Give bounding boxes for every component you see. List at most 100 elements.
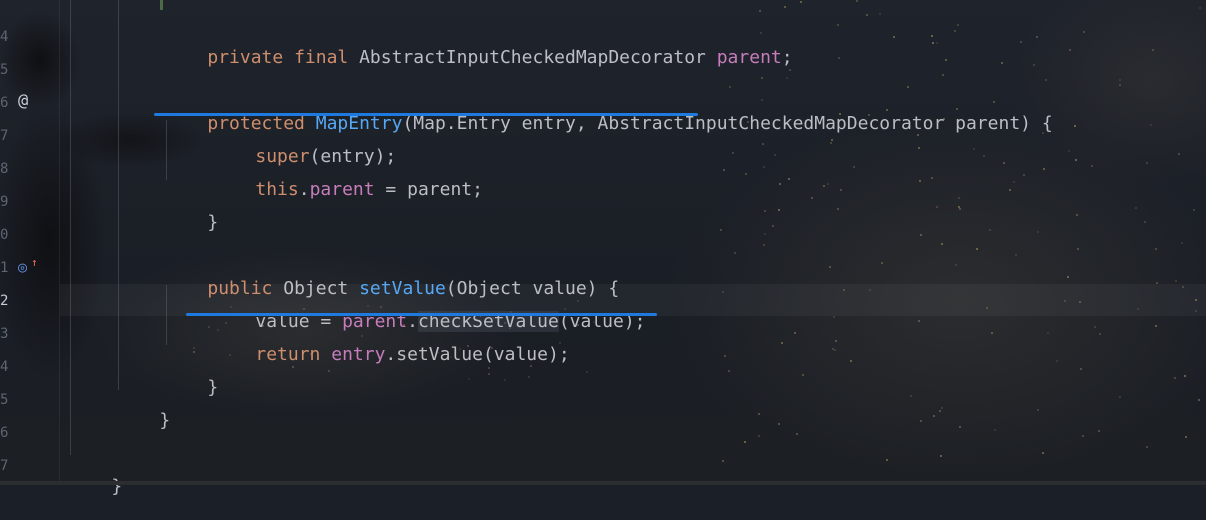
code-line-close-brace[interactable]: } <box>164 355 218 421</box>
punctuation: ; <box>781 47 793 68</box>
background-light-dot <box>931 42 934 45</box>
override-marker-icon[interactable]: ◎ <box>18 257 27 277</box>
brace: } <box>207 377 219 398</box>
field-name: parent <box>716 47 782 68</box>
background-light-dot <box>762 165 765 168</box>
background-light-dot <box>721 459 724 462</box>
background-light-dot <box>1184 435 1187 438</box>
background-light-dot <box>1019 40 1022 43</box>
background-light-dot <box>1097 429 1100 432</box>
code-line-assign-parent[interactable]: this.parent = parent; <box>212 157 483 223</box>
background-light-dot <box>1000 61 1003 64</box>
background-light-dot <box>865 13 868 16</box>
background-light-dot <box>192 347 195 350</box>
background-light-dot <box>958 208 961 211</box>
background-light-dot <box>833 349 836 352</box>
background-light-dot <box>1081 434 1084 437</box>
indent-guide <box>70 0 71 455</box>
background-light-dot <box>801 374 804 377</box>
brace: } <box>111 476 123 497</box>
background-light-dot <box>852 165 855 168</box>
annotation-at-icon[interactable]: @ <box>18 91 28 111</box>
code-line-close-brace[interactable]: } <box>164 190 218 256</box>
background-light-dot <box>1154 324 1157 327</box>
background-light-dot <box>1197 398 1200 401</box>
fold-marker <box>160 0 163 10</box>
annotation-underline <box>186 313 657 316</box>
background-light-dot <box>1012 180 1015 183</box>
background-light-dot <box>720 228 723 231</box>
method-call: .setValue(value); <box>385 344 570 365</box>
background-light-dot <box>940 242 943 245</box>
type-name: AbstractInputCheckedMapDecorator <box>348 47 717 68</box>
background-light-dot <box>942 73 945 76</box>
line-number: 3 <box>0 326 9 342</box>
background-light-dot <box>1180 241 1183 244</box>
background-light-dot <box>939 409 941 412</box>
line-number: 4 <box>0 29 9 45</box>
line-number-active: 2 <box>0 293 9 309</box>
assignment: = parent; <box>374 179 483 200</box>
background-light-dot <box>975 248 978 251</box>
brace: } <box>207 212 219 233</box>
background-light-dot <box>777 208 780 211</box>
background-light-dot <box>777 422 780 425</box>
parameters: (Map.Entry entry, AbstractInputCheckedMa… <box>402 113 1053 134</box>
background-light-dot <box>1035 35 1038 38</box>
line-number: 7 <box>0 128 9 144</box>
background-light-dot <box>1014 253 1017 256</box>
field-name: parent <box>309 179 375 200</box>
line-number: 1 <box>0 260 9 276</box>
line-number: 4 <box>0 359 9 375</box>
code-line-close-brace[interactable]: } <box>116 388 170 454</box>
line-number: 8 <box>0 161 9 177</box>
background-light-dot <box>1118 83 1121 86</box>
line-number: 6 <box>0 425 9 441</box>
background-light-dot <box>1042 167 1045 170</box>
code-line-return[interactable]: return entry.setValue(value); <box>212 322 570 388</box>
field-name: entry <box>331 344 386 365</box>
line-number: 0 <box>0 227 9 243</box>
annotation-underline <box>154 113 698 116</box>
background-light-dot <box>835 339 838 342</box>
gutter-divider <box>59 0 60 485</box>
implements-arrow-icon[interactable]: ↑ <box>31 256 38 270</box>
background-light-dot <box>787 177 790 180</box>
background-light-dot <box>892 36 895 39</box>
line-number: 6 <box>0 95 9 111</box>
background-light-dot <box>810 197 813 200</box>
background-light-dot <box>988 229 991 231</box>
background-light-dot <box>881 261 884 264</box>
code-line-close-brace[interactable]: } <box>68 454 122 520</box>
code-line-field-decl[interactable]: private final AbstractInputCheckedMapDec… <box>164 25 793 91</box>
background-light-dot <box>990 331 993 334</box>
keyword: return <box>255 344 321 365</box>
background-light-dot <box>832 315 835 318</box>
line-number: 5 <box>0 62 9 78</box>
brace: } <box>159 410 171 431</box>
line-number: 9 <box>0 194 9 210</box>
background-light-dot <box>728 369 731 372</box>
background-light-dot <box>933 414 936 417</box>
background-light-dot <box>828 265 831 268</box>
punctuation: . <box>298 179 310 200</box>
background-light-dot <box>919 233 922 236</box>
background-light-dot <box>836 23 839 26</box>
background-light-dot <box>1074 158 1077 161</box>
background-light-dot <box>831 347 834 350</box>
line-number: 7 <box>0 458 9 474</box>
background-light-dot <box>941 406 944 409</box>
keyword: this <box>255 179 299 200</box>
line-number: 5 <box>0 392 9 408</box>
background-light-dot <box>757 413 760 416</box>
background-light-dot <box>917 320 920 323</box>
background-light-dot <box>1022 174 1025 177</box>
keyword: private <box>207 47 284 68</box>
background-light-dot <box>1145 445 1148 448</box>
editor-bottom-edge <box>0 481 1206 485</box>
line-gutter[interactable]: 4 5 6 7 8 9 0 1 2 3 4 5 6 7 @ ◎ ↑ <box>0 0 60 485</box>
background-light-dot <box>1036 408 1039 411</box>
background-light-dot <box>1041 451 1044 454</box>
